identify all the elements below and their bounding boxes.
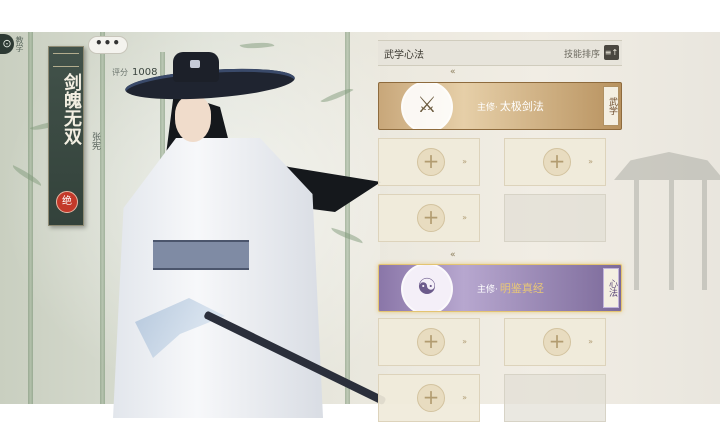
- score-label: 评分: [112, 68, 128, 77]
- arrow-ornament-icon: »: [462, 157, 467, 166]
- locked-skill-slot: [504, 374, 606, 422]
- add-icon: +: [543, 148, 571, 176]
- more-options-button[interactable]: •••: [88, 36, 128, 54]
- main-skill-slot-1[interactable]: ⚔ 主修· 太极剑法 武学: [378, 82, 622, 130]
- main-skill-label: 主修· 明鉴真经: [477, 280, 544, 296]
- side-tab[interactable]: 教学: [14, 36, 25, 52]
- locked-skill-slot: [504, 194, 606, 242]
- pavilion-silhouette: [614, 152, 720, 302]
- panel-title: 武学心法: [384, 50, 424, 61]
- sword-stance-icon: ⚔: [401, 83, 453, 129]
- character-robe: [113, 138, 323, 418]
- banner-ornament: [53, 53, 79, 67]
- hero-title: 剑魄无双: [61, 73, 82, 145]
- hero-score: 评分 1008: [112, 67, 157, 78]
- add-icon: +: [543, 328, 571, 356]
- sub-skill-slot[interactable]: + »: [378, 318, 480, 366]
- skill-name: 明鉴真经: [499, 282, 544, 295]
- skill-type-tag: 武学: [603, 86, 619, 126]
- sub-skill-slot[interactable]: + »: [378, 374, 480, 422]
- score-value: 1008: [132, 67, 158, 78]
- back-icon: ⊙: [2, 37, 12, 50]
- arrow-ornament-icon: »: [588, 157, 593, 166]
- sub-skill-slot[interactable]: + »: [504, 318, 606, 366]
- character-illustration: [95, 40, 387, 418]
- arrow-ornament-icon: »: [462, 337, 467, 346]
- arrow-ornament-icon: «: [450, 250, 455, 260]
- sub-skill-slot[interactable]: + »: [378, 194, 480, 242]
- skills-panel: 武学心法 技能排序 ≡↑ « ⚔ 主修· 太极剑法 武学 + » + » + » …: [378, 40, 622, 422]
- main-skill-slot-2[interactable]: ☯ 主修· 明鉴真经 心法: [378, 264, 622, 312]
- rank-badge: 绝: [56, 191, 78, 213]
- skill-prefix: 主修·: [477, 285, 498, 295]
- character-hat-gem: [190, 60, 200, 68]
- main-skill-label: 主修· 太极剑法: [477, 98, 544, 114]
- meditation-icon: ☯: [401, 265, 453, 311]
- hero-name: 张宪: [90, 132, 100, 150]
- sort-icon[interactable]: ≡↑: [604, 45, 619, 60]
- sub-skill-slot[interactable]: + »: [504, 138, 606, 186]
- hero-title-banner: 剑魄无双 绝: [48, 46, 84, 226]
- arrow-ornament-icon: »: [588, 337, 593, 346]
- arrow-ornament-icon: »: [462, 213, 467, 222]
- character-face: [175, 96, 211, 142]
- add-icon: +: [417, 204, 445, 232]
- skill-prefix: 主修·: [477, 103, 498, 113]
- panel-header: 武学心法 技能排序 ≡↑: [378, 40, 622, 66]
- skill-type-tag: 心法: [603, 268, 619, 308]
- sub-skill-slot[interactable]: + »: [378, 138, 480, 186]
- add-icon: +: [417, 384, 445, 412]
- arrow-ornament-icon: »: [462, 393, 467, 402]
- arrow-ornament-icon: «: [450, 67, 455, 77]
- bamboo-stalk: [28, 32, 33, 404]
- skill-name: 太极剑法: [499, 100, 544, 113]
- add-icon: +: [417, 328, 445, 356]
- add-icon: +: [417, 148, 445, 176]
- character-sash: [153, 240, 249, 270]
- sort-label[interactable]: 技能排序: [564, 47, 600, 60]
